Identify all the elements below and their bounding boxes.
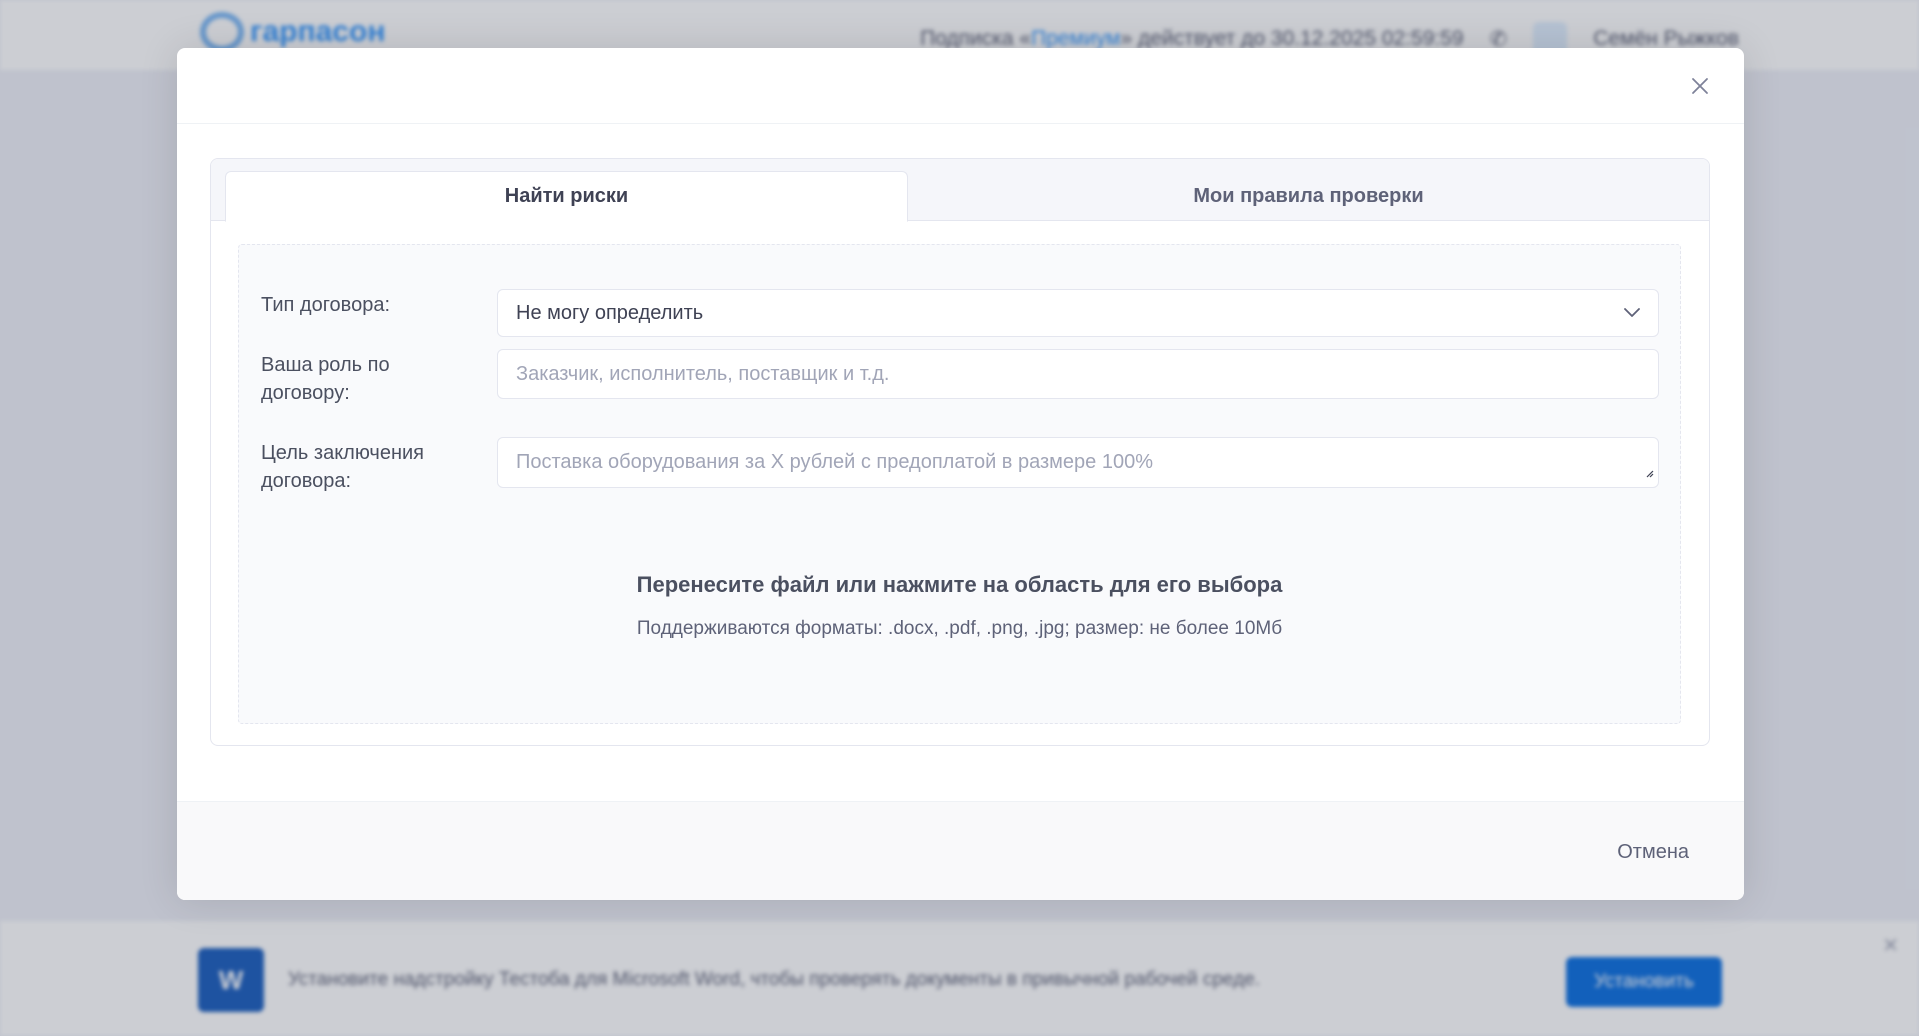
dropzone-title: Перенесите файл или нажмите на область д… — [636, 572, 1283, 597]
risk-check-modal: Найти риски Мои правила проверки Тип дог… — [177, 48, 1744, 900]
tab-my-rules[interactable]: Мои правила проверки — [908, 171, 1709, 222]
role-label: Ваша роль по договору: — [261, 354, 390, 404]
tab-find-risks[interactable]: Найти риски — [225, 171, 908, 222]
risk-check-card: Найти риски Мои правила проверки Тип дог… — [210, 158, 1710, 746]
contract-type-label: Тип договора: — [261, 294, 390, 316]
role-placeholder: Заказчик, исполнитель, поставщик и т.д. — [516, 362, 890, 385]
dropzone-subtitle: Поддерживаются форматы: .docx, .pdf, .pn… — [636, 618, 1283, 639]
cancel-button[interactable]: Отмена — [1617, 832, 1689, 872]
resize-handle-icon[interactable] — [1644, 461, 1654, 484]
role-input[interactable]: Заказчик, исполнитель, поставщик и т.д. — [497, 349, 1659, 399]
purpose-label: Цель заключения договора: — [261, 442, 424, 492]
contract-type-select[interactable]: Не могу определить — [497, 289, 1659, 337]
modal-footer: Отмена — [177, 801, 1744, 900]
tab-bar: Найти риски Мои правила проверки — [211, 159, 1709, 222]
purpose-placeholder: Поставка оборудования за Х рублей с пред… — [516, 451, 1154, 473]
contract-type-value: Не могу определить — [516, 301, 704, 324]
purpose-textarea[interactable]: Поставка оборудования за Х рублей с пред… — [497, 437, 1659, 488]
file-dropzone[interactable]: Тип договора: Не могу определить Ваша ро… — [238, 244, 1681, 724]
modal-header — [177, 48, 1744, 124]
close-icon — [1692, 78, 1708, 94]
close-button[interactable] — [1686, 72, 1714, 100]
chevron-down-icon — [1624, 308, 1640, 318]
